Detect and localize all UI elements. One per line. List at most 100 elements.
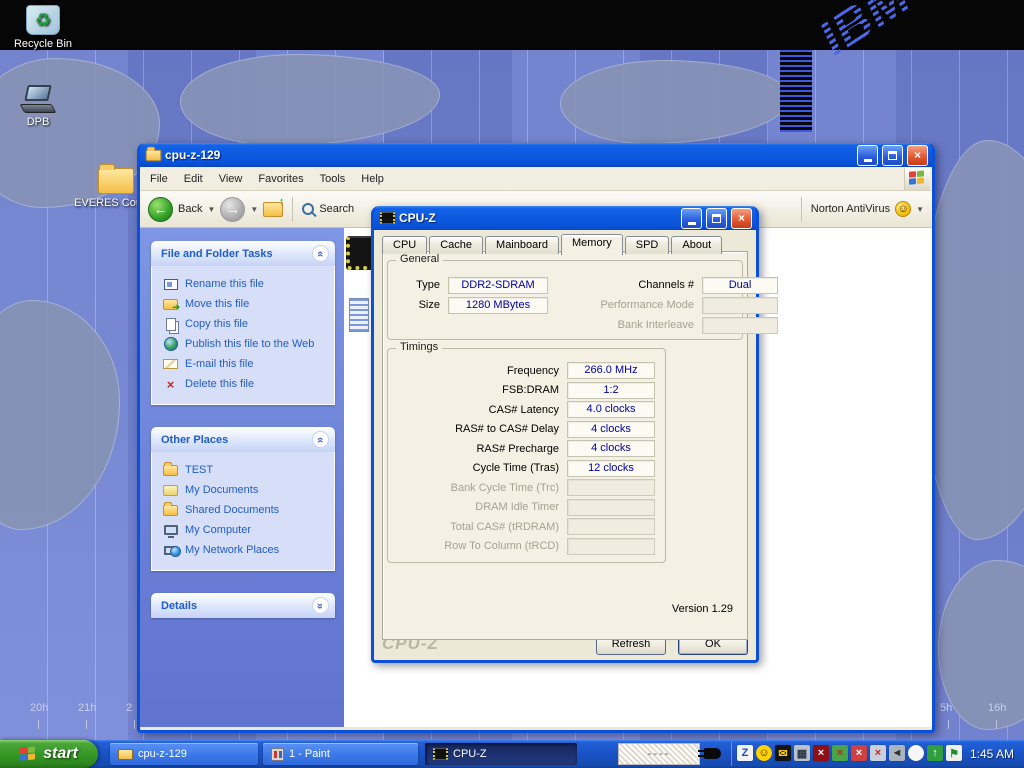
search-button-label[interactable]: Search	[319, 203, 354, 215]
explorer-titlebar[interactable]: cpu-z-129 ×	[140, 143, 932, 167]
menu-item-view[interactable]: View	[211, 169, 251, 189]
start-button[interactable]: start	[0, 740, 98, 768]
tab-about[interactable]: About	[671, 236, 722, 254]
value-field: 4 clocks	[567, 440, 655, 457]
field-row: Size1280 MBytes	[400, 295, 548, 315]
forward-button[interactable]: →	[220, 197, 245, 222]
sidebar-item-label: Rename this file	[185, 278, 264, 290]
publish-icon	[164, 337, 178, 351]
close-button[interactable]: ×	[731, 208, 752, 229]
sidebar-item-shared-documents[interactable]: Shared Documents	[162, 500, 330, 520]
blocked-media-icon[interactable]: ×	[813, 745, 829, 761]
network-computer-icon[interactable]: ▦	[794, 745, 810, 761]
map-landmass	[920, 140, 1024, 540]
explorer-sidebar: File and Folder Tasks« Rename this file Mo…	[140, 228, 344, 727]
menu-item-file[interactable]: File	[142, 169, 176, 189]
maximize-button[interactable]	[882, 145, 903, 166]
value-field: 266.0 MHz	[567, 362, 655, 379]
volume-icon[interactable]: ◄	[889, 745, 905, 761]
email-icon	[163, 359, 178, 369]
timezone-tick	[134, 720, 135, 729]
norton-dropdown-caret[interactable]: ▼	[916, 205, 924, 214]
shared-icon	[163, 505, 178, 516]
norton-antivirus-icon[interactable]: ☺	[895, 201, 911, 217]
tab-cache[interactable]: Cache	[429, 236, 483, 254]
taskbar-clock[interactable]: 1:45 AM	[970, 740, 1014, 768]
tab-spd[interactable]: SPD	[625, 236, 670, 254]
sidebar-item-rename-this-file[interactable]: Rename this file	[162, 274, 330, 294]
folder-icon	[163, 465, 178, 476]
windows-flag-icon	[909, 170, 926, 186]
field-label: Type	[400, 279, 448, 291]
menu-item-favorites[interactable]: Favorites	[250, 169, 311, 189]
minimize-button[interactable]	[857, 145, 878, 166]
panel-header[interactable]: Details«	[151, 593, 335, 618]
timezone-tick	[996, 720, 997, 729]
file-icon[interactable]	[349, 298, 369, 332]
toolbar-separator	[292, 197, 293, 221]
general-legend: General	[396, 253, 443, 265]
taskbar-task-cpu-z[interactable]: CPU-Z	[425, 743, 577, 765]
taskbar-task-cpu-z-129[interactable]: cpu-z-129	[110, 743, 258, 765]
value-field: 4.0 clocks	[567, 401, 655, 418]
norton-antivirus-label[interactable]: Norton AntiVirus	[811, 203, 890, 215]
value-field	[702, 317, 778, 334]
battery-meter-band[interactable]: ----	[618, 743, 700, 765]
menu-item-help[interactable]: Help	[353, 169, 392, 189]
power-plug-icon[interactable]	[704, 748, 721, 759]
cpuz-app-icon	[380, 212, 395, 224]
chevron-up-icon[interactable]: «	[312, 245, 329, 262]
sidebar-item-move-this-file[interactable]: Move this file	[162, 294, 330, 314]
sidebar-item-my-computer[interactable]: My Computer	[162, 520, 330, 540]
chevron-glyph: «	[315, 602, 327, 608]
sidebar-item-delete-this-file[interactable]: ×Delete this file	[162, 374, 330, 394]
chevron-down-icon[interactable]: «	[312, 597, 329, 614]
menu-item-edit[interactable]: Edit	[176, 169, 211, 189]
taskbar-task-1-paint[interactable]: 1 - Paint	[263, 743, 418, 765]
panel-header[interactable]: Other Places«	[151, 427, 335, 452]
sidebar-item-test[interactable]: TEST	[162, 460, 330, 480]
sidebar-item-e-mail-this-file[interactable]: E-mail this file	[162, 354, 330, 374]
minimize-button[interactable]	[681, 208, 702, 229]
sidebar-item-my-network-places[interactable]: My Network Places	[162, 540, 330, 560]
chevron-up-icon[interactable]: «	[312, 431, 329, 448]
value-field	[702, 297, 778, 314]
up-folder-button[interactable]	[263, 202, 283, 217]
panel-header[interactable]: File and Folder Tasks«	[151, 241, 335, 266]
sidebar-item-copy-this-file[interactable]: Copy this file	[162, 314, 330, 334]
field-label: DRAM Idle Timer	[388, 501, 567, 513]
sidebar-item-publish-this-file-to-the-web[interactable]: Publish this file to the Web	[162, 334, 330, 354]
map-landmass	[560, 60, 790, 144]
back-dropdown-caret[interactable]: ▼	[207, 205, 215, 214]
desktop-icon-dpb[interactable]: DPB	[0, 85, 81, 128]
tab-memory[interactable]: Memory	[561, 234, 623, 255]
pen-tablet-icon[interactable]: Z	[737, 745, 753, 761]
norton-agent-icon[interactable]: ☺	[756, 745, 772, 761]
tab-mainboard[interactable]: Mainboard	[485, 236, 559, 254]
ghost-icon[interactable]	[908, 745, 924, 761]
field-label: Total CAS# (tRDRAM)	[388, 521, 567, 533]
desktop-icon-recycle-bin[interactable]: ♻ Recycle Bin	[0, 5, 86, 50]
tab-cpu[interactable]: CPU	[382, 236, 427, 254]
forward-dropdown-caret[interactable]: ▼	[250, 205, 258, 214]
field-label: Performance Mode	[584, 299, 702, 311]
back-button[interactable]: ←	[148, 197, 173, 222]
back-button-label[interactable]: Back	[178, 203, 202, 215]
update-arrow-icon[interactable]: ↑	[927, 745, 943, 761]
cpuz-titlebar[interactable]: CPU-Z ×	[374, 206, 756, 230]
mail-notify-icon[interactable]: ✉	[775, 745, 791, 761]
close-button[interactable]: ×	[907, 145, 928, 166]
sidebar-item-my-documents[interactable]: My Documents	[162, 480, 330, 500]
general-left-column: TypeDDR2-SDRAMSize1280 MBytes	[400, 275, 548, 315]
sidebar-item-label: Delete this file	[185, 378, 254, 390]
display-mute-icon[interactable]: ×	[870, 745, 886, 761]
menu-item-tools[interactable]: Tools	[312, 169, 354, 189]
maximize-button[interactable]	[706, 208, 727, 229]
memory-tab-page: General TypeDDR2-SDRAMSize1280 MBytes Ch…	[382, 251, 748, 640]
menu-bar-items: FileEditViewFavoritesToolsHelp	[142, 169, 392, 189]
flag-window-icon[interactable]: ⚑	[946, 745, 962, 761]
toolbar-separator	[801, 197, 802, 221]
users-offline-icon[interactable]: ×	[832, 745, 848, 761]
computer-offline-icon[interactable]: ×	[851, 745, 867, 761]
search-icon[interactable]	[302, 203, 314, 215]
